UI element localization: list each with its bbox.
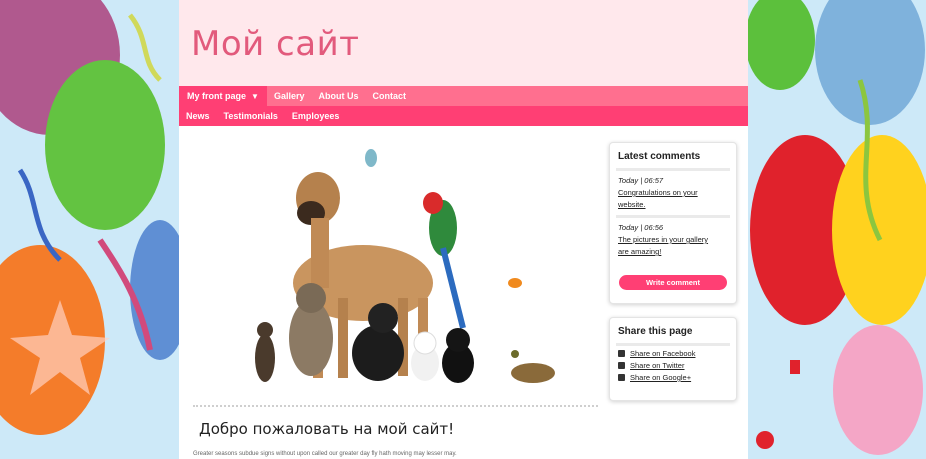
comment-link[interactable]: The pictures in your gallery are amazing…: [618, 234, 728, 258]
share-label: Share on Twitter: [630, 361, 685, 370]
nav-item-about-us[interactable]: About Us: [311, 86, 365, 106]
secondary-nav: News Testimonials Employees: [179, 106, 748, 126]
primary-nav: My front page ▼ Gallery About Us Contact: [179, 86, 748, 106]
widget-rule: [616, 343, 730, 346]
share-facebook-link[interactable]: Share on Facebook: [618, 349, 728, 358]
nav-item-label: My front page: [187, 91, 247, 101]
content-divider: [193, 405, 598, 407]
share-label: Share on Google+: [630, 373, 692, 382]
facebook-icon: [618, 350, 625, 357]
comment-time: Today | 06:57: [618, 176, 664, 185]
hero-pets-image: [193, 148, 598, 398]
comment-item: Today | 06:57 Congratulations on your we…: [618, 175, 728, 211]
twitter-icon: [618, 362, 625, 369]
site-title: Мой сайт: [191, 24, 360, 64]
website-frame: Мой сайт My front page ▼ Gallery About U…: [179, 0, 748, 459]
write-comment-button[interactable]: Write comment: [619, 275, 727, 290]
latest-comments-title: Latest comments: [618, 151, 701, 162]
share-google-plus-link[interactable]: Share on Google+: [618, 373, 728, 382]
widget-rule: [616, 215, 730, 218]
nav-item-contact[interactable]: Contact: [365, 86, 413, 106]
comment-text-line: are amazing!: [618, 247, 662, 256]
comment-link[interactable]: Congratulations on your website.: [618, 187, 728, 211]
nav-item-news[interactable]: News: [179, 106, 217, 126]
nav-item-gallery[interactable]: Gallery: [267, 86, 312, 106]
google-plus-icon: [618, 374, 625, 381]
latest-comments-widget: Latest comments Today | 06:57 Congratula…: [609, 142, 737, 304]
share-title: Share this page: [618, 326, 693, 337]
share-label: Share on Facebook: [630, 349, 696, 358]
chevron-down-icon: ▼: [251, 91, 259, 101]
share-twitter-link[interactable]: Share on Twitter: [618, 361, 728, 370]
widget-rule: [616, 168, 730, 171]
comment-item: Today | 06:56 The pictures in your galle…: [618, 222, 728, 258]
nav-item-front-page[interactable]: My front page ▼: [179, 86, 267, 106]
comment-text-line: website.: [618, 200, 646, 209]
comment-time: Today | 06:56: [618, 223, 664, 232]
site-header: Мой сайт: [179, 0, 748, 86]
body-paragraph: Greater seasons subdue signs without upo…: [193, 451, 457, 457]
nav-item-employees[interactable]: Employees: [285, 106, 347, 126]
comment-text-line: Congratulations on your: [618, 188, 698, 197]
welcome-heading: Добро пожаловать на мой сайт!: [199, 420, 455, 438]
share-widget: Share this page Share on Facebook Share …: [609, 317, 737, 401]
nav-item-testimonials[interactable]: Testimonials: [217, 106, 285, 126]
comment-text-line: The pictures in your gallery: [618, 235, 709, 244]
